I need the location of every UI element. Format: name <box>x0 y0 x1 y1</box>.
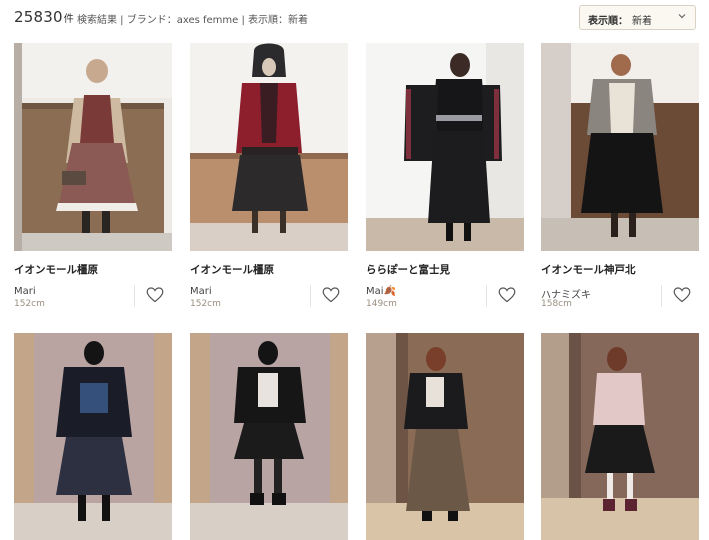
coordinate-photo[interactable] <box>14 43 172 251</box>
staff-name[interactable]: Mari <box>14 286 36 297</box>
chevron-down-icon <box>678 14 686 19</box>
staff-height: 152cm <box>14 299 45 309</box>
staff-height: 152cm <box>190 299 221 309</box>
store-name[interactable]: ららぽーと富士見 <box>366 262 450 277</box>
heart-icon[interactable] <box>146 287 164 303</box>
divider <box>310 285 311 307</box>
coordinate-photo[interactable] <box>14 333 172 540</box>
result-count-number: 25830 <box>14 8 63 26</box>
staff-height: 158cm <box>541 299 572 309</box>
staff-height: 149cm <box>366 299 397 309</box>
divider <box>486 285 487 307</box>
heart-icon[interactable] <box>322 287 340 303</box>
staff-name[interactable]: Mari <box>190 286 212 297</box>
coordinate-photo[interactable] <box>366 43 524 251</box>
heart-icon[interactable] <box>673 287 691 303</box>
coordinate-photo[interactable] <box>541 43 699 251</box>
store-name[interactable]: イオンモール橿原 <box>190 262 274 277</box>
result-count-unit: 件 <box>63 14 74 25</box>
divider <box>661 285 662 307</box>
coordinate-photo[interactable] <box>190 43 348 251</box>
results-header: 25830件 検索結果 | ブランド：axes femme | 表示順：新着 表… <box>0 0 709 36</box>
sort-label: 表示順： <box>588 16 628 27</box>
coordinate-photo[interactable] <box>366 333 524 540</box>
store-name[interactable]: イオンモール神戸北 <box>541 262 636 277</box>
staff-name[interactable]: Mai🍂 <box>366 286 396 297</box>
sort-select[interactable]: 表示順： 新着 <box>579 5 696 30</box>
heart-icon[interactable] <box>498 287 516 303</box>
coordinate-photo[interactable] <box>541 333 699 540</box>
search-conditions: 検索結果 | ブランド：axes femme | 表示順：新着 <box>77 15 309 26</box>
sort-value: 新着 <box>632 16 652 27</box>
result-count: 25830件 <box>14 8 74 26</box>
divider <box>134 285 135 307</box>
store-name[interactable]: イオンモール橿原 <box>14 262 98 277</box>
coordinate-photo[interactable] <box>190 333 348 540</box>
